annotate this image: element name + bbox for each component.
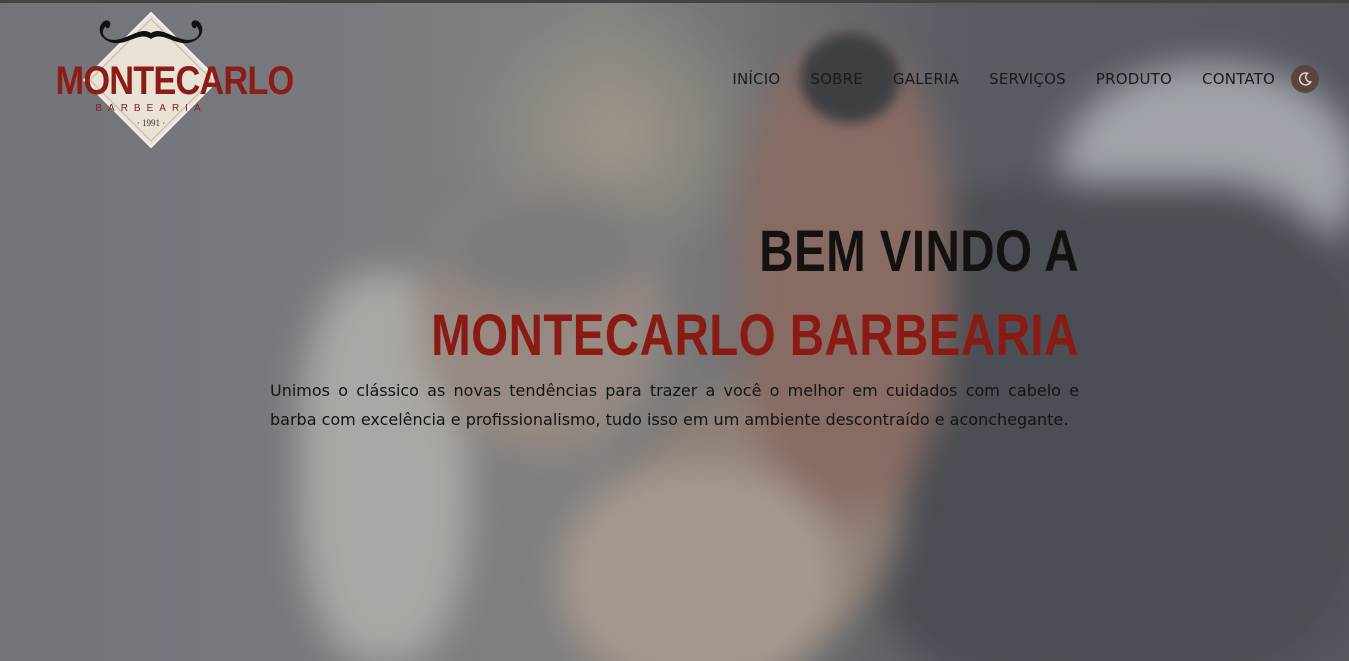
brand-subtitle: BARBEARIA xyxy=(95,103,207,114)
nav-item-inicio[interactable]: INÍCIO xyxy=(732,70,780,88)
nav-item-contato[interactable]: CONTATO xyxy=(1202,70,1275,88)
main-nav: INÍCIO SOBRE GALERIA SERVIÇOS PRODUTO CO… xyxy=(732,65,1319,93)
brand-year: · 1991 · xyxy=(136,118,166,128)
brand-name: MONTECARLO xyxy=(55,59,295,103)
moon-icon xyxy=(1298,72,1313,86)
hero-heading-welcome: BEM VINDO A xyxy=(759,219,1079,284)
nav-item-sobre[interactable]: SOBRE xyxy=(810,70,863,88)
nav-item-servicos[interactable]: SERVIÇOS xyxy=(989,70,1066,88)
hero-description: Unimos o clássico as novas tendências pa… xyxy=(270,381,1079,429)
nav-item-produto[interactable]: PRODUTO xyxy=(1096,70,1172,88)
theme-toggle-button[interactable] xyxy=(1291,65,1319,93)
page: MONTECARLO BARBEARIA · 1991 · INÍCIO SOB… xyxy=(0,0,1349,661)
nav-item-galeria[interactable]: GALERIA xyxy=(893,70,959,88)
hero-heading-brand: MONTECARLO BARBEARIA xyxy=(431,303,1079,368)
brand-logo[interactable]: MONTECARLO BARBEARIA · 1991 · xyxy=(40,9,295,151)
